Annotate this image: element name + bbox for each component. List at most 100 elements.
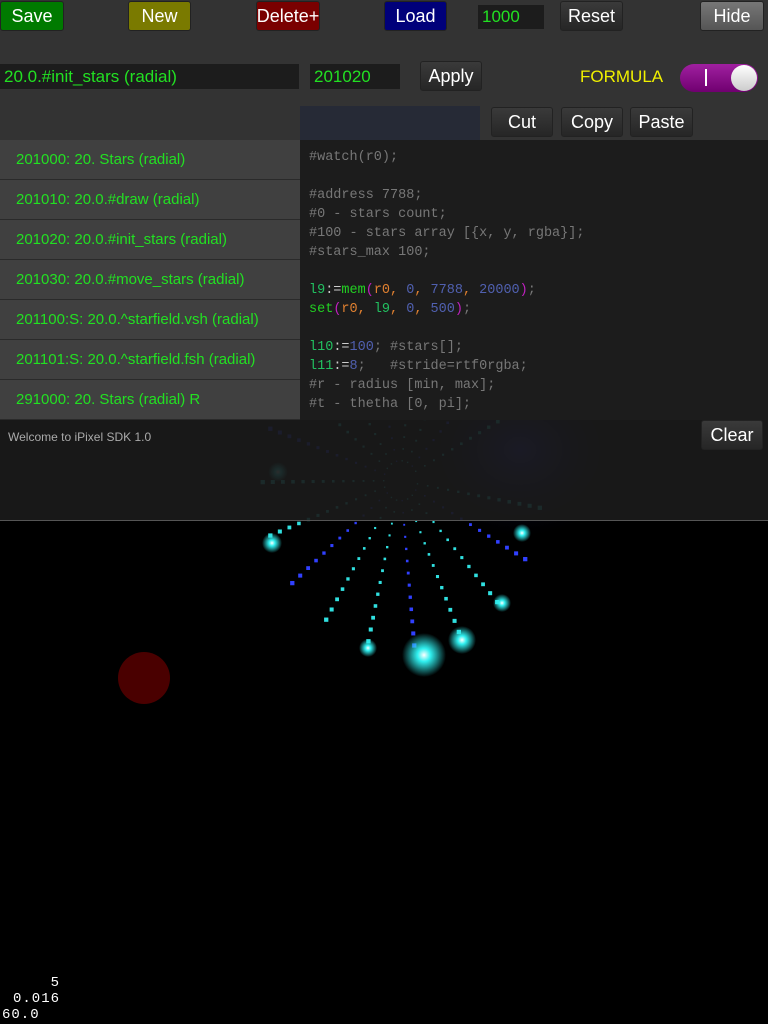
list-item[interactable]: 201100:S: 20.0.^starfield.vsh (radial) — [0, 300, 300, 340]
star — [467, 564, 471, 569]
star — [423, 542, 426, 545]
reset-button[interactable]: Reset — [560, 1, 623, 31]
hide-button[interactable]: Hide — [700, 1, 764, 31]
copy-button[interactable]: Copy — [561, 107, 623, 137]
list-item[interactable]: 201000: 20. Stars (radial) — [0, 140, 300, 180]
star — [383, 557, 387, 561]
search-input[interactable] — [300, 106, 480, 140]
star — [405, 547, 408, 551]
star — [378, 580, 382, 584]
star — [446, 538, 449, 542]
code-line: #0 - stars count; — [309, 207, 447, 222]
code-line: l9:=mem(r0, 0, 7788, 20000); — [309, 283, 536, 298]
bright-star — [262, 533, 282, 553]
code-line: set(r0, l9, 0, 500); — [309, 302, 472, 317]
star — [432, 520, 435, 524]
star — [373, 604, 378, 608]
bright-star — [513, 524, 531, 542]
fps-stats: 5 0.016 60.0 — [2, 975, 60, 1023]
star — [371, 615, 376, 620]
code-line: #t - thetha [0, pi]; — [309, 397, 472, 412]
code-editor[interactable]: #watch(r0); #address 7788; #0 - stars cou… — [300, 140, 768, 420]
star — [386, 545, 389, 549]
stat-count: 5 — [50, 975, 60, 991]
list-item[interactable]: 201101:S: 20.0.^starfield.fsh (radial) — [0, 340, 300, 380]
star — [481, 582, 485, 587]
paste-button[interactable]: Paste — [630, 107, 693, 137]
code-line: l10:=100; #stars[]; — [309, 340, 463, 355]
code-line: #100 - stars array [{x, y, rgba}]; — [309, 226, 585, 241]
code-line: #stars_max 100; — [309, 245, 431, 260]
console-panel: Welcome to iPixel SDK 1.0 Clear — [0, 420, 768, 521]
bright-star — [359, 639, 377, 657]
star — [410, 619, 415, 624]
script-id-input[interactable]: 201020 — [310, 64, 400, 89]
star — [505, 545, 509, 550]
star — [419, 531, 422, 534]
bright-star — [402, 633, 446, 677]
star — [404, 535, 407, 538]
list-item[interactable]: 201010: 20.0.#draw (radial) — [0, 180, 300, 220]
star — [487, 534, 491, 538]
load-button[interactable]: Load — [384, 1, 447, 31]
star — [368, 627, 373, 632]
clear-button[interactable]: Clear — [701, 420, 763, 450]
star — [376, 592, 380, 596]
star — [390, 522, 393, 525]
formula-label: FORMULA — [580, 67, 664, 86]
apply-button[interactable]: Apply — [420, 61, 482, 91]
new-button[interactable]: New — [128, 1, 191, 31]
code-line: #address 7788; — [309, 188, 423, 203]
star — [409, 607, 414, 612]
console-message: Welcome to iPixel SDK 1.0 — [8, 430, 152, 444]
star — [374, 526, 377, 530]
star — [362, 547, 366, 550]
save-button[interactable]: Save — [0, 1, 64, 31]
delete-button[interactable]: Delete+ — [256, 1, 320, 31]
stat-frametime: 0.016 — [12, 991, 60, 1007]
touch-indicator — [118, 652, 170, 704]
star — [335, 597, 339, 602]
star — [435, 575, 440, 579]
list-item[interactable]: 291000: 20. Stars (radial) R — [0, 380, 300, 420]
star — [408, 595, 412, 599]
star — [324, 617, 329, 622]
star — [514, 551, 519, 556]
star — [405, 559, 409, 563]
star — [452, 618, 457, 623]
star — [440, 585, 444, 590]
star — [403, 523, 406, 526]
star — [444, 596, 448, 601]
formula-toggle[interactable] — [680, 64, 758, 92]
star — [368, 537, 371, 540]
star — [388, 534, 391, 537]
star — [453, 547, 457, 551]
star — [407, 583, 411, 587]
star — [460, 556, 464, 560]
star — [329, 607, 334, 612]
bright-star — [493, 594, 511, 612]
script-name-input[interactable]: 20.0.#init_stars (radial) — [0, 64, 299, 89]
star — [439, 529, 442, 533]
star — [448, 607, 453, 612]
cut-button[interactable]: Cut — [491, 107, 553, 137]
star — [306, 566, 311, 570]
toggle-on-icon — [705, 69, 707, 86]
star — [330, 544, 334, 548]
star — [496, 540, 500, 544]
star — [469, 523, 472, 527]
star — [346, 529, 350, 532]
star — [523, 556, 528, 562]
star — [488, 591, 493, 596]
toggle-knob — [731, 65, 757, 91]
star — [427, 553, 431, 556]
list-item[interactable]: 201030: 20.0.#move_stars (radial) — [0, 260, 300, 300]
star — [314, 558, 318, 563]
code-line: #r - radius [min, max]; — [309, 378, 496, 393]
list-item[interactable]: 201020: 20.0.#init_stars (radial) — [0, 220, 300, 260]
star — [287, 525, 292, 530]
star — [381, 569, 384, 573]
count-input[interactable]: 1000 — [478, 5, 544, 29]
control-panel: Save New Delete+ Load 1000 Reset Hide 20… — [0, 0, 768, 140]
star — [322, 551, 326, 555]
